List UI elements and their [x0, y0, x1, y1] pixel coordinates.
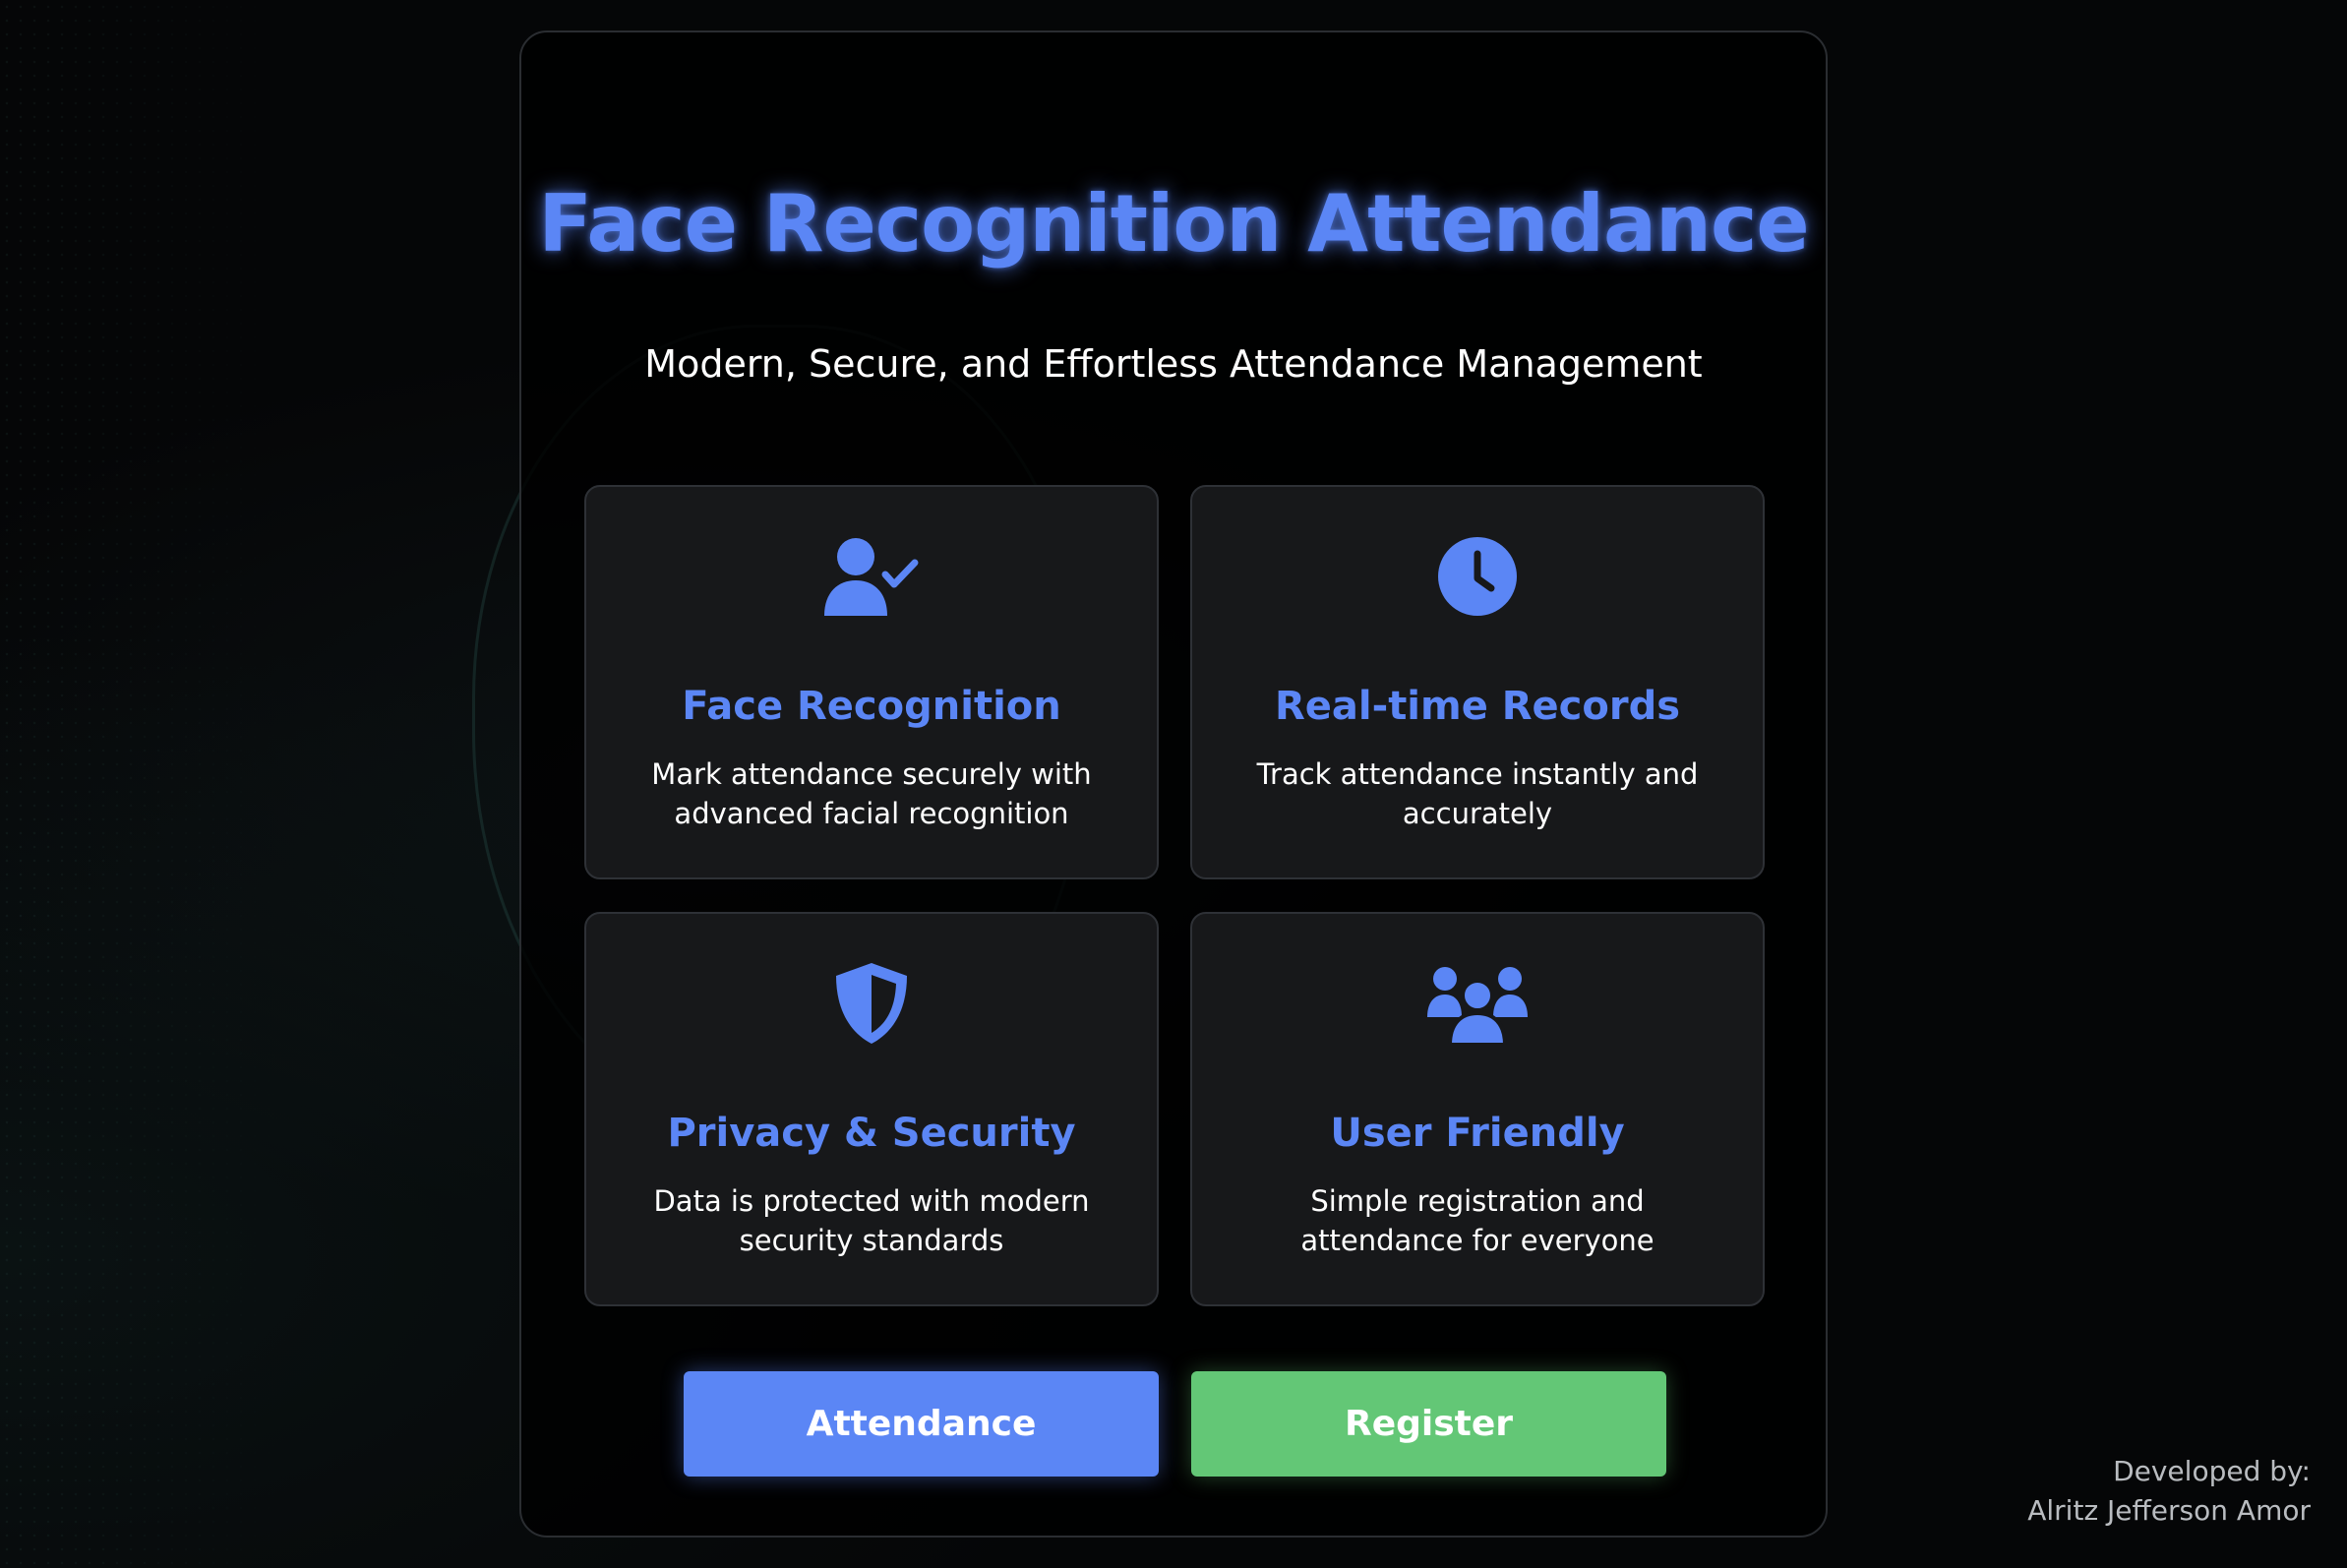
feature-title: User Friendly	[1330, 1111, 1625, 1156]
landing-page: Face Recognition Attendance Modern, Secu…	[0, 0, 2347, 1568]
register-button[interactable]: Register	[1191, 1371, 1666, 1477]
developer-name: Alritz Jefferson Amor	[2027, 1494, 2311, 1527]
feature-title: Face Recognition	[682, 684, 1061, 729]
clock-icon	[1192, 532, 1763, 621]
attendance-button[interactable]: Attendance	[684, 1371, 1159, 1477]
feature-description: Data is protected with modern security s…	[653, 1184, 1090, 1257]
feature-description: Mark attendance securely with advanced f…	[651, 757, 1092, 830]
developer-credits: Developed by: Alritz Jefferson Amor	[2027, 1452, 2311, 1531]
feature-card-real-time-records: Real-time Records Track attendance insta…	[1190, 485, 1765, 879]
page-subtitle: Modern, Secure, and Effortless Attendanc…	[644, 342, 1703, 386]
feature-card-privacy-security: Privacy & Security Data is protected wit…	[584, 912, 1159, 1306]
feature-title: Real-time Records	[1274, 684, 1681, 729]
feature-description: Simple registration and attendance for e…	[1300, 1184, 1655, 1257]
feature-description: Track attendance instantly and accuratel…	[1256, 757, 1699, 830]
main-card: Face Recognition Attendance Modern, Secu…	[519, 30, 1828, 1538]
shield-icon	[586, 959, 1157, 1048]
feature-card-user-friendly: User Friendly Simple registration and at…	[1190, 912, 1765, 1306]
feature-title: Privacy & Security	[667, 1111, 1076, 1156]
users-icon	[1192, 959, 1763, 1048]
user-check-icon	[586, 532, 1157, 621]
feature-card-face-recognition: Face Recognition Mark attendance securel…	[584, 485, 1159, 879]
background-dot-pattern	[0, 0, 295, 1568]
page-title: Face Recognition Attendance	[538, 178, 1809, 270]
developed-by-label: Developed by:	[2113, 1455, 2311, 1487]
